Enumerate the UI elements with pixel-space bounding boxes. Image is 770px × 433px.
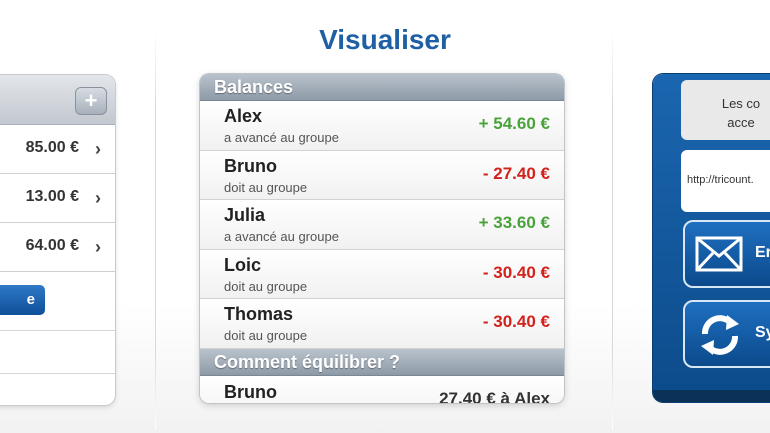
member-name: Alex bbox=[224, 106, 263, 126]
member-name: Julia bbox=[224, 205, 266, 225]
list-item[interactable]: 13.00 € › bbox=[0, 174, 115, 223]
member-status: doit au groupe bbox=[224, 328, 308, 343]
divider-right bbox=[612, 30, 613, 430]
divider-left bbox=[155, 30, 156, 430]
balance-row[interactable]: Julia a avancé au groupe + 33.60 € bbox=[200, 200, 564, 250]
balance-row[interactable]: Alex a avancé au groupe + 54.60 € bbox=[200, 101, 564, 151]
info-box: Les co acce bbox=[681, 80, 770, 140]
bottom-bar bbox=[653, 390, 770, 402]
balance-amount: - 30.40 € bbox=[482, 312, 550, 331]
url-field[interactable]: http://tricount. bbox=[681, 150, 770, 212]
balances-header: Balances bbox=[200, 74, 564, 101]
balance-amount: - 30.40 € bbox=[482, 262, 550, 282]
right-phone-screen: Les co acce http://tricount. Er Sy bbox=[653, 74, 770, 402]
info-text: Les co bbox=[721, 96, 761, 111]
member-name: Bruno bbox=[224, 155, 277, 176]
member-name: Thomas bbox=[224, 304, 294, 324]
chevron-right-icon: › bbox=[95, 139, 101, 159]
email-button[interactable]: Er bbox=[683, 220, 770, 288]
email-label: Er bbox=[755, 244, 770, 261]
sync-label: Sy bbox=[755, 324, 770, 341]
expense-amount: 64.00 € bbox=[25, 237, 79, 254]
chevron-right-icon: › bbox=[95, 188, 101, 208]
member-status: doit au groupe bbox=[224, 179, 308, 195]
balance-row[interactable]: Loic doit au groupe - 30.40 € bbox=[200, 249, 564, 299]
settlement-row[interactable]: Bruno 27.40 € à Alex bbox=[200, 375, 564, 404]
member-name: Loic bbox=[224, 254, 262, 275]
add-button[interactable]: + bbox=[75, 87, 107, 115]
left-toolbar: + bbox=[0, 75, 115, 125]
left-phone-screen: + 85.00 € › 13.00 € › 64.00 € › e bbox=[0, 75, 115, 405]
screenshot-stage: + 85.00 € › 13.00 € › 64.00 € › e Visual… bbox=[0, 0, 770, 433]
action-button[interactable]: e bbox=[0, 285, 45, 315]
info-text: acce bbox=[727, 115, 755, 130]
expense-amount: 13.00 € bbox=[25, 188, 79, 205]
sync-button[interactable]: Sy bbox=[683, 300, 770, 368]
list-item[interactable]: 85.00 € › bbox=[0, 125, 115, 174]
balance-row[interactable]: Bruno doit au groupe - 27.40 € bbox=[200, 150, 564, 200]
list-item[interactable]: 64.00 € › bbox=[0, 223, 115, 272]
settlement-header: Comment équilibrer ? bbox=[200, 348, 564, 376]
page-title: Visualiser bbox=[319, 24, 451, 55]
member-status: doit au groupe bbox=[224, 278, 308, 294]
member-name: Bruno bbox=[224, 381, 277, 402]
sync-icon bbox=[701, 315, 739, 355]
settlement-detail: 27.40 € à Alex bbox=[439, 388, 550, 404]
balances-screen: Balances Alex a avancé au groupe + 54.60… bbox=[200, 74, 564, 403]
balance-amount: - 27.40 € bbox=[482, 163, 550, 183]
divider bbox=[0, 373, 115, 374]
divider bbox=[0, 330, 115, 331]
member-status: a avancé au groupe bbox=[224, 130, 339, 145]
balance-amount: + 54.60 € bbox=[478, 114, 550, 133]
envelope-icon bbox=[695, 236, 743, 272]
member-status: a avancé au groupe bbox=[224, 229, 339, 244]
expense-amount: 85.00 € bbox=[25, 139, 79, 156]
balance-amount: + 33.60 € bbox=[478, 213, 550, 232]
chevron-right-icon: › bbox=[95, 237, 101, 257]
balance-row[interactable]: Thomas doit au groupe - 30.40 € bbox=[200, 299, 564, 349]
